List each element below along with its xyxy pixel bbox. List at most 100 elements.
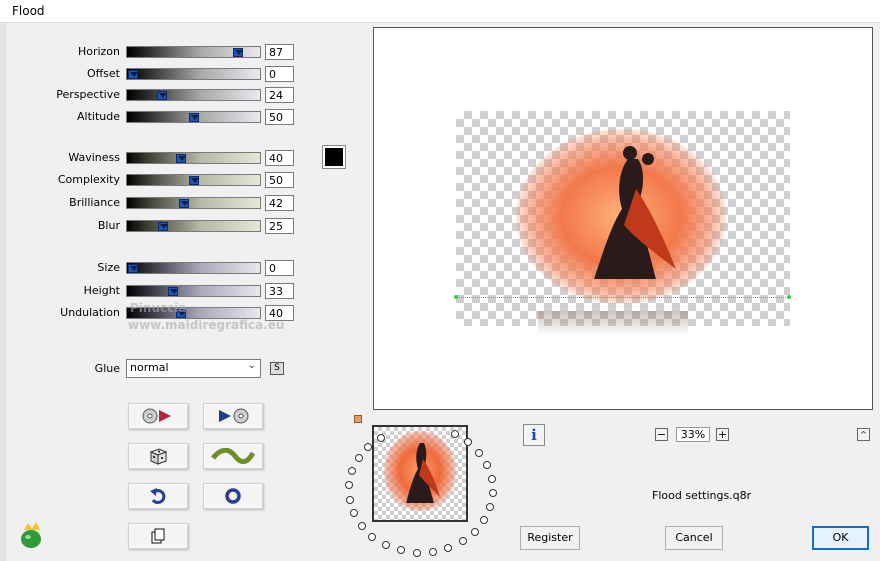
slider-row-offset: Offset 0 [0,64,300,84]
load-preset-icon [142,408,171,424]
wave-button[interactable] [203,443,263,469]
navigator-ring-dot [486,503,495,512]
navigator-ring-dot [396,546,405,555]
navigator-ring-dot [412,548,421,557]
glue-label: Glue [94,362,120,375]
watermark-line2: www.maidiregrafica.eu [128,318,285,332]
slider-value-input[interactable]: 0 [265,66,294,82]
navigator-ring-dot [428,548,437,557]
navigator-ring-dot [345,495,354,504]
copy-button[interactable] [128,523,188,549]
ok-button[interactable]: OK [812,526,869,550]
slider-row-blur: Blur 25 [0,216,300,236]
navigator-ring-dot [488,489,497,498]
slider-label: Complexity [57,173,120,186]
slider-thumb[interactable] [188,176,199,185]
slider-value-input[interactable]: 24 [265,87,294,103]
randomize-icon [149,448,168,465]
slider-track[interactable] [126,262,261,274]
slider-track[interactable] [126,46,261,58]
slider-value-input[interactable]: 33 [265,283,294,299]
slider-value-input[interactable]: 50 [265,172,294,188]
undo-button[interactable] [128,483,188,509]
slider-thumb[interactable] [188,113,199,122]
slider-value-input[interactable]: 87 [265,44,294,60]
navigator-ring-dot [376,433,385,442]
slider-track[interactable] [126,285,261,297]
slider-row-complexity: Complexity 50 [0,170,300,190]
slider-row-height: Height 33 [0,281,300,301]
slider-row-horizon: Horizon 87 [0,42,300,62]
navigator-thumbnail[interactable] [372,425,468,522]
slider-thumb[interactable] [128,264,138,273]
slider-thumb[interactable] [233,48,244,57]
window-title: Flood [12,4,45,18]
save-preset-button[interactable] [203,403,263,429]
slider-thumb[interactable] [158,222,169,231]
slider-thumb[interactable] [157,91,168,100]
register-button[interactable]: Register [520,526,580,550]
slider-track[interactable] [126,220,261,232]
horizon-handle-left[interactable] [454,295,458,299]
slider-row-waviness: Waviness 40 [0,148,300,168]
navigator-ring-dot [475,448,484,457]
horizon-line [456,297,790,298]
glue-select[interactable]: normal ⌄ [126,359,261,378]
save-preset-icon [219,408,249,424]
slider-thumb[interactable] [176,154,187,163]
preview-image [516,129,726,304]
reset-button[interactable] [203,483,263,509]
preview-canvas[interactable] [373,27,873,410]
navigator-ring-dot [483,461,492,470]
slider-value-input[interactable]: 50 [265,109,294,125]
slider-track[interactable] [126,197,261,209]
slider-track[interactable] [126,174,261,186]
slider-track[interactable] [126,89,261,101]
glue-sync-icon[interactable]: S [270,362,284,375]
slider-value-input[interactable]: 0 [265,260,294,276]
navigator-ring-dot [480,516,489,525]
navigator-ring-dot [354,454,363,463]
reset-icon [225,488,241,504]
slider-value-input[interactable]: 40 [265,150,294,166]
slider-thumb[interactable] [167,287,178,296]
horizon-handle-right[interactable] [787,295,791,299]
slider-label: Blur [97,219,120,232]
slider-thumb[interactable] [128,70,138,79]
zoom-in-button[interactable]: + [716,428,729,441]
undo-icon [150,488,166,505]
navigator-handle[interactable] [354,415,362,423]
slider-track[interactable] [126,152,261,164]
dancer-silhouette-icon [594,146,676,279]
slider-label: Altitude [77,110,120,123]
plugin-logo [18,520,46,550]
slider-label: Brilliance [69,196,120,209]
navigator-ring-dot [470,527,479,536]
cancel-button[interactable]: Cancel [665,526,723,550]
navigator-ring-dot [350,509,359,518]
thumbnail-image [384,431,456,511]
slider-track[interactable] [126,68,261,80]
preview-checkerboard [454,111,791,335]
navigator-ring-dot [348,467,357,476]
slider-label: Horizon [77,45,120,58]
slider-track[interactable] [126,111,261,123]
zoom-level: 33% [676,427,710,442]
wave-icon [211,448,255,464]
randomize-button[interactable] [128,443,188,469]
navigator-ring-dot [357,521,366,530]
navigator-ring-dot [464,438,473,447]
navigator-ring-dot [458,537,467,546]
copy-icon [151,528,165,544]
slider-value-input[interactable]: 42 [265,195,294,211]
slider-value-input[interactable]: 25 [265,218,294,234]
water-reflection [538,311,688,335]
scroll-up-icon[interactable]: ^ [857,428,870,441]
info-icon[interactable]: i [523,424,545,446]
zoom-out-button[interactable]: − [655,428,668,441]
slider-row-perspective: Perspective 24 [0,85,300,105]
color-swatch[interactable] [322,145,346,169]
load-preset-button[interactable] [128,403,188,429]
navigator-ring-dot [345,481,354,490]
slider-thumb[interactable] [178,199,189,208]
